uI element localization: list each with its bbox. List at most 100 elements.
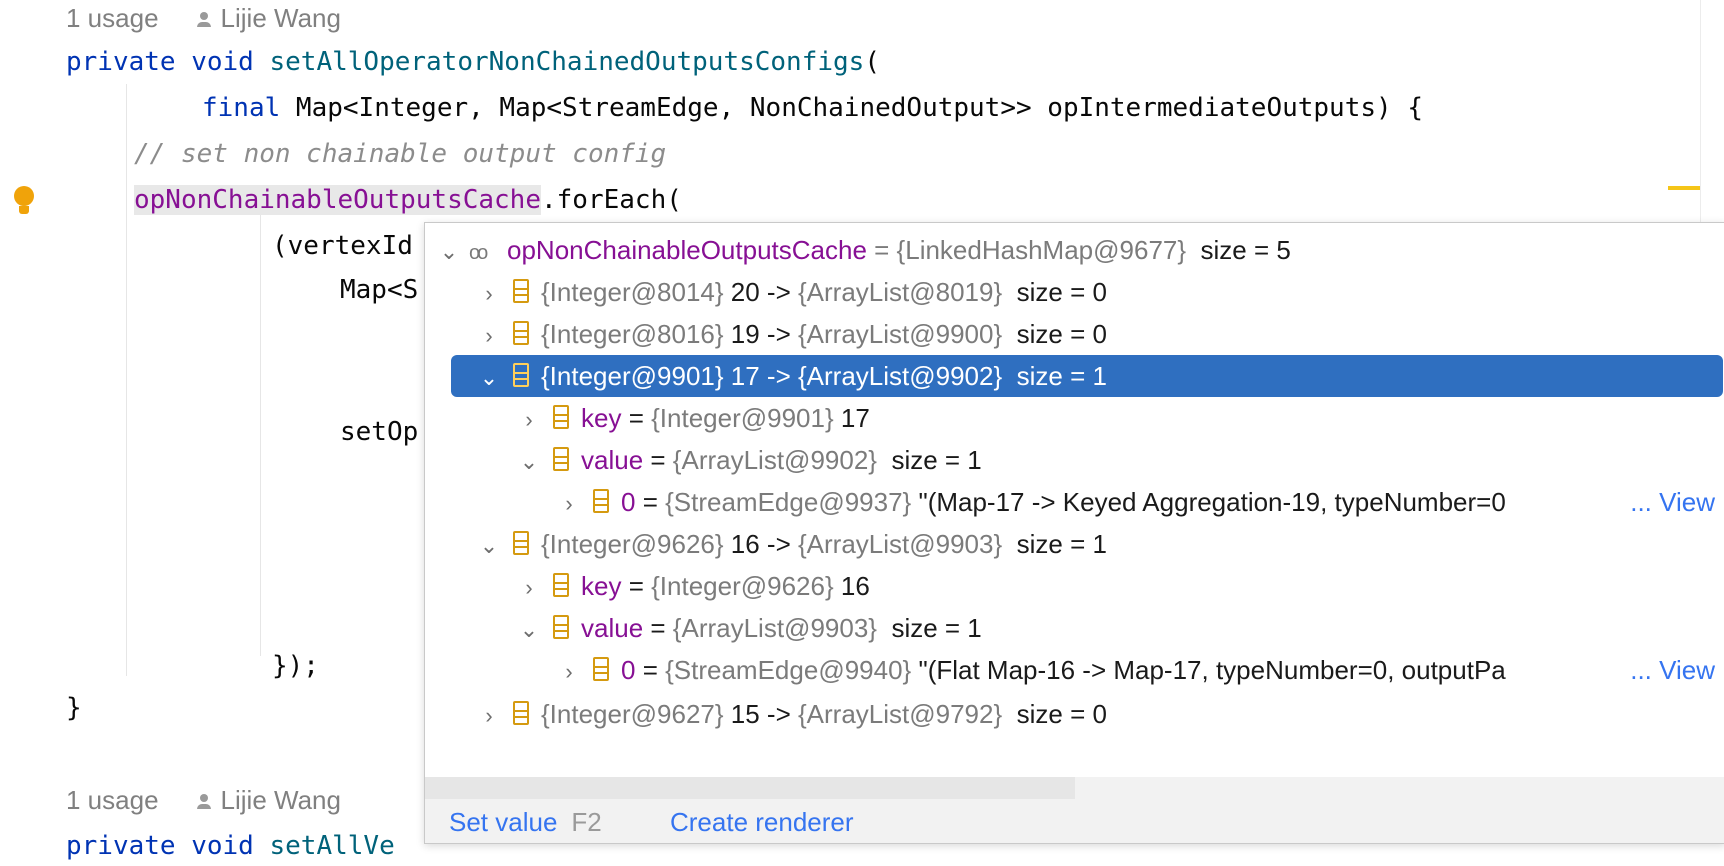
value-text: "(Flat Map-16 -> Map-17, typeNumber=0, o…	[911, 655, 1506, 685]
code-line-4[interactable]: opNonChainableOutputsCache.forEach(	[134, 180, 682, 220]
lightbulb-icon[interactable]	[12, 186, 36, 220]
author-name[interactable]: Lijie Wang	[221, 3, 341, 33]
entry-text: 20 ->	[723, 277, 798, 307]
view-link[interactable]: ... View	[1626, 649, 1715, 691]
code-line-10[interactable]: private void setAllVe	[66, 826, 395, 866]
tree-node-selected[interactable]: ⌄ {Integer@9901} 17 -> {ArrayList@9902} s…	[451, 355, 1723, 397]
size-label: size = 1	[891, 445, 982, 475]
popup-horizontal-scrollbar[interactable]	[425, 777, 1075, 799]
keyword: private void	[66, 47, 254, 77]
code-text: Map<Integer, Map<StreamEdge, NonChainedO…	[280, 93, 1423, 123]
size-label: size = 0	[1016, 277, 1107, 307]
code-line-1[interactable]: private void setAllOperatorNonChainedOut…	[66, 42, 880, 82]
object-ref: {ArrayList@9792}	[797, 699, 1003, 729]
code-line-9[interactable]: }	[66, 688, 82, 728]
object-ref: {StreamEdge@9940}	[665, 655, 912, 685]
tree-node[interactable]: ⌄ {Integer@9626} 16 -> {ArrayList@9903} s…	[475, 523, 1715, 565]
code-line-8[interactable]: });	[272, 646, 319, 686]
code-vision-hint[interactable]: 1 usage Lijie Wang	[66, 782, 341, 818]
variable-name: opNonChainableOutputsCache	[507, 235, 867, 265]
chevron-right-icon[interactable]: ›	[555, 651, 583, 691]
chevron-right-icon[interactable]: ›	[475, 315, 503, 355]
object-icon	[513, 279, 529, 305]
tree-node[interactable]: › {Integer@8016} 19 -> {ArrayList@9900} s…	[475, 313, 1715, 355]
chevron-down-icon[interactable]: ⌄	[475, 357, 503, 397]
chevron-down-icon[interactable]: ⌄	[515, 609, 543, 649]
set-value-label: Set value	[449, 807, 558, 837]
object-icon	[553, 447, 569, 473]
tree-node[interactable]: › 0 = {StreamEdge@9940} "(Flat Map-16 -> …	[555, 649, 1721, 691]
field-name: value	[581, 445, 644, 475]
chevron-right-icon[interactable]: ›	[515, 399, 543, 439]
object-ref: {Integer@9626}	[651, 571, 834, 601]
chevron-right-icon[interactable]: ›	[475, 273, 503, 313]
field-reference[interactable]: opNonChainableOutputsCache	[134, 185, 541, 215]
object-ref: {Integer@8014}	[541, 277, 724, 307]
usage-count[interactable]: 1 usage	[66, 3, 159, 33]
value-text: 16	[833, 571, 870, 601]
entry-text: 15 ->	[723, 699, 798, 729]
object-ref: {ArrayList@9900}	[797, 319, 1003, 349]
debugger-value-popup[interactable]: ⌄ oo opNonChainableOutputsCache = {LinkedH…	[424, 222, 1724, 844]
code-vision-hint[interactable]: 1 usage Lijie Wang	[66, 0, 341, 36]
indent-guide	[260, 210, 261, 656]
size-label: size = 0	[1016, 699, 1107, 729]
code-comment[interactable]: // set non chainable output config	[134, 134, 666, 174]
view-link[interactable]: ... View	[1626, 481, 1715, 523]
usage-count[interactable]: 1 usage	[66, 785, 159, 815]
chevron-right-icon[interactable]: ›	[555, 483, 583, 523]
field-name: key	[581, 403, 622, 433]
create-renderer-link[interactable]: Create renderer	[670, 805, 854, 839]
author-name[interactable]: Lijie Wang	[221, 785, 341, 815]
equals-sign: =	[635, 655, 666, 685]
code-text: .forEach(	[541, 185, 682, 215]
user-icon	[196, 12, 211, 28]
object-ref: {ArrayList@9903}	[672, 613, 877, 643]
object-icon	[593, 657, 609, 683]
tree-node[interactable]: › key = {Integer@9626} 16	[515, 565, 1715, 607]
variable-ref: = {LinkedHashMap@9677}	[866, 235, 1187, 265]
code-line-6[interactable]: Map<S	[340, 270, 418, 310]
set-value-link[interactable]: Set value F2	[449, 805, 602, 839]
object-icon	[513, 531, 529, 557]
equals-sign: =	[643, 613, 673, 643]
tree-node[interactable]: › 0 = {StreamEdge@9937} "(Map-17 -> Keyed…	[555, 481, 1721, 523]
equals-sign: =	[621, 571, 652, 601]
object-ref: {ArrayList@8019}	[797, 277, 1003, 307]
tree-root-node[interactable]: ⌄ oo opNonChainableOutputsCache = {LinkedH…	[435, 229, 1715, 271]
object-icon	[513, 321, 529, 347]
equals-sign: =	[643, 445, 673, 475]
tree-node[interactable]: › {Integer@9627} 15 -> {ArrayList@9792} s…	[475, 693, 1715, 735]
object-ref: {Integer@8016}	[541, 319, 724, 349]
object-ref: {ArrayList@9902}	[672, 445, 877, 475]
tree-node[interactable]: ⌄ value = {ArrayList@9903} size = 1	[515, 607, 1715, 649]
entry-text: 16 ->	[723, 529, 798, 559]
object-ref: {StreamEdge@9937}	[665, 487, 912, 517]
object-ref: {Integer@9901}	[651, 403, 834, 433]
watch-glasses-icon: oo	[469, 242, 488, 264]
code-text: (	[864, 47, 880, 77]
object-ref: {Integer@9627}	[541, 699, 724, 729]
code-line-7[interactable]: setOp	[340, 412, 418, 452]
chevron-down-icon[interactable]: ⌄	[475, 525, 503, 565]
chevron-right-icon[interactable]: ›	[515, 567, 543, 607]
chevron-down-icon[interactable]: ⌄	[515, 441, 543, 481]
shortcut-label: F2	[571, 807, 602, 837]
equals-sign: =	[635, 487, 666, 517]
tree-node[interactable]: › key = {Integer@9901} 17	[515, 397, 1715, 439]
chevron-right-icon[interactable]: ›	[475, 695, 503, 735]
entry-text: 17 ->	[723, 361, 798, 391]
size-label: size = 1	[891, 613, 982, 643]
chevron-down-icon[interactable]: ⌄	[435, 231, 463, 271]
tree-node[interactable]: ⌄ value = {ArrayList@9902} size = 1	[515, 439, 1715, 481]
user-icon	[196, 794, 211, 810]
warning-stripe-marker[interactable]	[1668, 186, 1700, 190]
code-line-2[interactable]: final Map<Integer, Map<StreamEdge, NonCh…	[202, 88, 1423, 128]
field-name: key	[581, 571, 622, 601]
code-line-5[interactable]: (vertexId	[272, 226, 413, 266]
indent-guide	[126, 84, 127, 676]
size-label: size = 5	[1200, 235, 1291, 265]
size-label: size = 1	[1016, 361, 1107, 391]
field-name: 0	[621, 655, 636, 685]
tree-node[interactable]: › {Integer@8014} 20 -> {ArrayList@8019} s…	[475, 271, 1715, 313]
